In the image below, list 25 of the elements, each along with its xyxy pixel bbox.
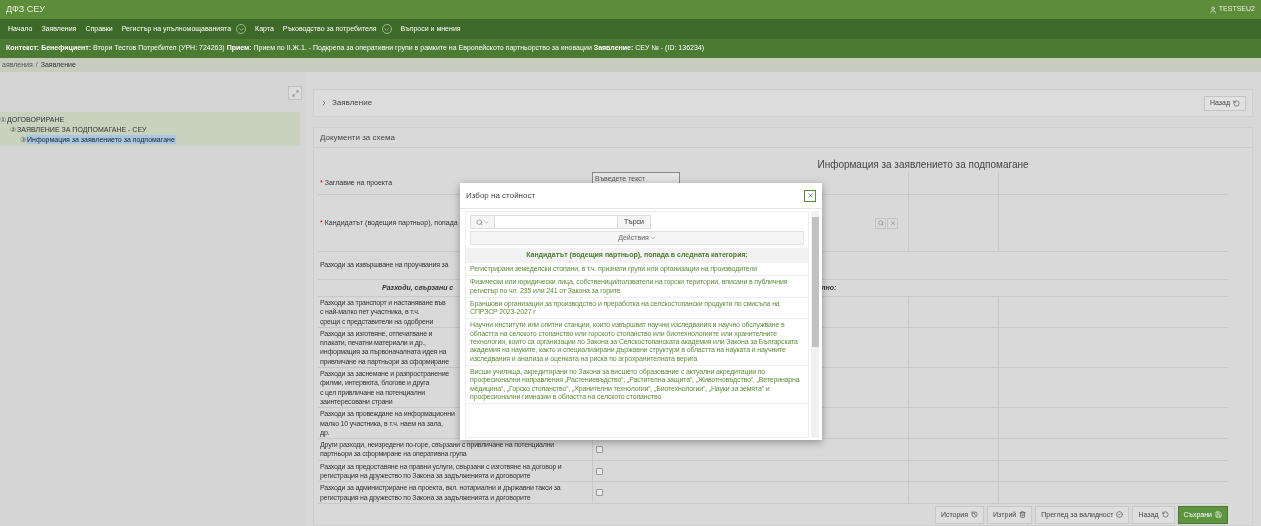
checkbox[interactable] — [596, 489, 603, 497]
caret-icon — [649, 235, 656, 241]
clear-icon[interactable] — [887, 217, 898, 229]
form-title: Информация за заявлението за подпомагане — [817, 158, 1029, 172]
checkbox[interactable] — [596, 445, 603, 453]
undo-icon — [1161, 511, 1169, 519]
checkbox[interactable] — [596, 467, 603, 475]
scrollbar[interactable] — [811, 211, 819, 438]
undo-icon — [1233, 99, 1240, 107]
search-icon[interactable] — [875, 217, 886, 229]
search-icon[interactable] — [470, 215, 495, 229]
modal-title: Избор на стойност — [466, 189, 536, 202]
clock-icon — [971, 511, 979, 519]
trash-icon — [1019, 511, 1027, 519]
user-icon — [1208, 5, 1217, 14]
check-icon — [1116, 511, 1124, 519]
section-title: Документи за схема — [320, 131, 395, 144]
panel-title: Заявление — [332, 97, 373, 109]
close-icon — [806, 192, 814, 199]
search-field[interactable] — [495, 215, 617, 229]
close-button[interactable] — [804, 189, 816, 202]
expand-icon[interactable] — [288, 86, 302, 100]
collapse-icon[interactable] — [320, 99, 328, 107]
app-title: ДФЗ СЕУ — [6, 2, 45, 16]
save-icon — [1215, 511, 1222, 519]
